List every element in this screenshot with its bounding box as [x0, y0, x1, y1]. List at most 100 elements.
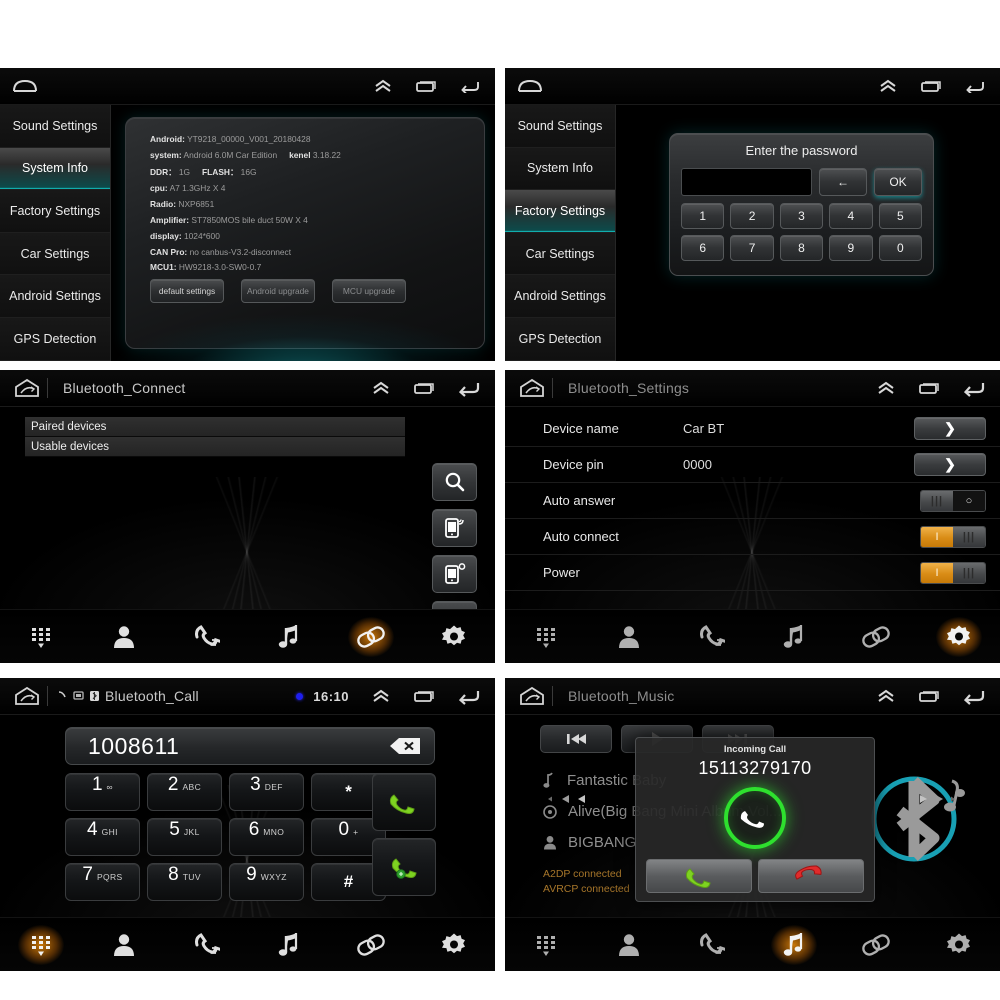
- device-group-row[interactable]: Paired devices: [25, 417, 405, 437]
- recents-icon[interactable]: [920, 79, 942, 93]
- home-icon[interactable]: [517, 377, 547, 399]
- keypad-key-5[interactable]: 5: [878, 203, 922, 229]
- reject-call-button[interactable]: [758, 859, 864, 893]
- dialpad-key-3[interactable]: 3 DEF: [229, 773, 304, 811]
- nav-call-history[interactable]: [178, 617, 234, 657]
- sidebar-item-system-info[interactable]: System Info: [505, 147, 615, 191]
- call-transfer-button[interactable]: [372, 838, 436, 896]
- phone-connect-icon[interactable]: [432, 509, 477, 547]
- previous-track-icon[interactable]: [540, 725, 612, 753]
- back-icon[interactable]: [457, 379, 481, 397]
- nav-settings[interactable]: [931, 925, 987, 965]
- sidebar-item-gps-detection[interactable]: GPS Detection: [505, 317, 615, 361]
- back-icon[interactable]: [962, 687, 986, 705]
- home-icon[interactable]: [12, 377, 42, 399]
- keypad-key-4[interactable]: 4: [829, 203, 873, 229]
- nav-call-history[interactable]: [683, 925, 739, 965]
- chevron-right-button[interactable]: ❯: [914, 453, 986, 476]
- chevron-up-icon[interactable]: [876, 381, 896, 395]
- back-icon[interactable]: [962, 379, 986, 397]
- home-icon[interactable]: [517, 78, 543, 94]
- sidebar-item-factory-settings[interactable]: Factory Settings: [0, 190, 110, 233]
- keypad-key-2[interactable]: 2: [730, 203, 774, 229]
- dialpad-key-6[interactable]: 6 MNO: [229, 818, 304, 856]
- back-icon[interactable]: [459, 79, 481, 95]
- nav-settings[interactable]: [931, 617, 987, 657]
- nav-call-history[interactable]: [178, 925, 234, 965]
- back-icon[interactable]: [457, 687, 481, 705]
- sidebar-item-system-info[interactable]: System Info: [0, 147, 110, 191]
- dialpad-key-7[interactable]: 7 PQRS: [65, 863, 140, 901]
- backspace-icon[interactable]: [388, 736, 422, 756]
- toggle-switch[interactable]: ||| ○: [920, 489, 986, 512]
- keypad-key-6[interactable]: 6: [681, 235, 725, 261]
- android-upgrade-button[interactable]: Android upgrade: [241, 279, 315, 304]
- nav-dialpad[interactable]: [13, 925, 69, 965]
- settings-row[interactable]: Auto connect I |||: [505, 519, 1000, 555]
- sidebar-item-sound-settings[interactable]: Sound Settings: [0, 105, 110, 148]
- search-icon[interactable]: [432, 463, 477, 501]
- nav-settings[interactable]: [426, 925, 482, 965]
- nav-contacts[interactable]: [96, 617, 152, 657]
- recents-icon[interactable]: [413, 381, 435, 395]
- chevron-up-icon[interactable]: [876, 689, 896, 703]
- settings-row[interactable]: Auto answer ||| ○: [505, 483, 1000, 519]
- dialed-number-field[interactable]: 1008611: [65, 727, 435, 765]
- recents-icon[interactable]: [415, 79, 437, 93]
- keypad-key-7[interactable]: 7: [730, 235, 774, 261]
- sidebar-item-factory-settings[interactable]: Factory Settings: [505, 190, 615, 233]
- keypad-key-9[interactable]: 9: [829, 235, 873, 261]
- keypad-key-0[interactable]: 0: [878, 235, 922, 261]
- toggle-switch[interactable]: I |||: [920, 525, 986, 548]
- chevron-up-icon[interactable]: [371, 381, 391, 395]
- phone-disconnect-icon[interactable]: [432, 555, 477, 593]
- chevron-up-icon[interactable]: [878, 79, 898, 93]
- keypad-key-1[interactable]: 1: [681, 203, 725, 229]
- ok-button[interactable]: OK: [874, 168, 922, 196]
- home-icon[interactable]: [12, 78, 38, 94]
- settings-row[interactable]: Device name Car BT ❯: [505, 411, 1000, 447]
- dialpad-key-5[interactable]: 5 JKL: [147, 818, 222, 856]
- home-icon[interactable]: [12, 685, 42, 707]
- settings-row[interactable]: Power I |||: [505, 555, 1000, 591]
- dialpad-key-4[interactable]: 4 GHI: [65, 818, 140, 856]
- nav-contacts[interactable]: [96, 925, 152, 965]
- back-icon[interactable]: [964, 79, 986, 95]
- toggle-switch[interactable]: I |||: [920, 561, 986, 584]
- dialpad-key-1[interactable]: 1 ∞: [65, 773, 140, 811]
- chevron-right-button[interactable]: ❯: [914, 417, 986, 440]
- dialpad-key-8[interactable]: 8 TUV: [147, 863, 222, 901]
- sidebar-item-car-settings[interactable]: Car Settings: [505, 232, 615, 276]
- call-button[interactable]: [372, 773, 436, 831]
- nav-dialpad[interactable]: [13, 617, 69, 657]
- sidebar-item-gps-detection[interactable]: GPS Detection: [0, 317, 110, 361]
- nav-music[interactable]: [766, 617, 822, 657]
- nav-dialpad[interactable]: [518, 925, 574, 965]
- nav-link[interactable]: [343, 617, 399, 657]
- dialpad-key-9[interactable]: 9 WXYZ: [229, 863, 304, 901]
- nav-music[interactable]: [766, 925, 822, 965]
- settings-row[interactable]: Device pin 0000 ❯: [505, 447, 1000, 483]
- nav-link[interactable]: [848, 925, 904, 965]
- recents-icon[interactable]: [918, 381, 940, 395]
- default-settings-button[interactable]: default settings: [150, 279, 224, 304]
- nav-link[interactable]: [343, 925, 399, 965]
- nav-link[interactable]: [848, 617, 904, 657]
- sidebar-item-android-settings[interactable]: Android Settings: [505, 275, 615, 318]
- home-icon[interactable]: [517, 685, 547, 707]
- accept-call-button[interactable]: [646, 859, 752, 893]
- nav-settings[interactable]: [426, 617, 482, 657]
- mcu-upgrade-button[interactable]: MCU upgrade: [332, 279, 406, 304]
- sidebar-item-android-settings[interactable]: Android Settings: [0, 275, 110, 318]
- dialpad-key-2[interactable]: 2 ABC: [147, 773, 222, 811]
- backspace-button[interactable]: ←: [819, 168, 867, 196]
- nav-contacts[interactable]: [601, 617, 657, 657]
- nav-music[interactable]: [261, 617, 317, 657]
- password-input[interactable]: [681, 168, 812, 196]
- keypad-key-3[interactable]: 3: [779, 203, 824, 229]
- nav-music[interactable]: [261, 925, 317, 965]
- nav-dialpad[interactable]: [518, 617, 574, 657]
- nav-contacts[interactable]: [601, 925, 657, 965]
- recents-icon[interactable]: [413, 689, 435, 703]
- sidebar-item-car-settings[interactable]: Car Settings: [0, 232, 110, 276]
